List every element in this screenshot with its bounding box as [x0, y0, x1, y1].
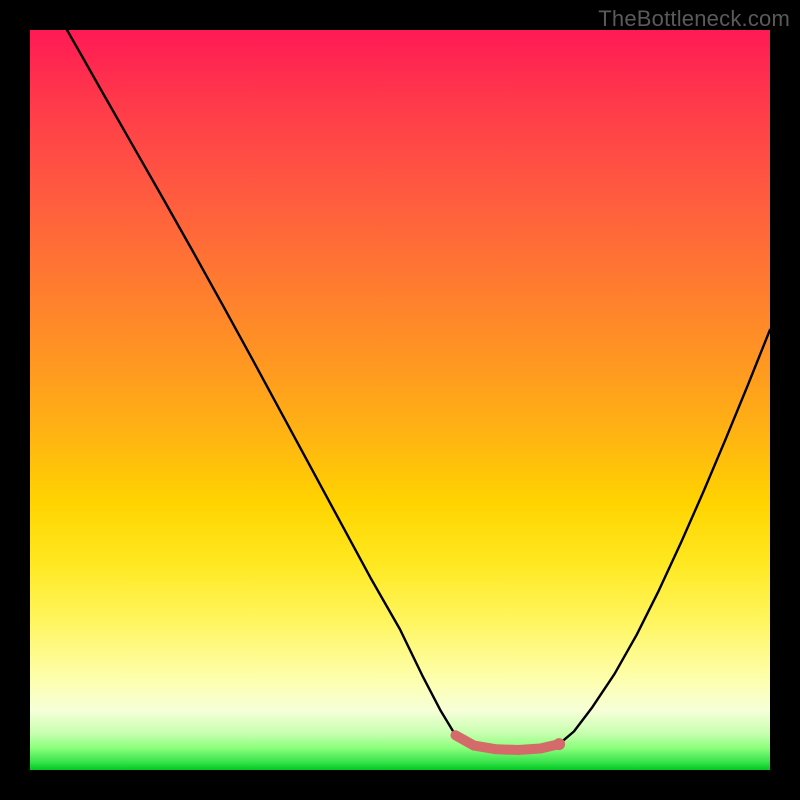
- chart-frame: TheBottleneck.com: [0, 0, 800, 800]
- flat-segment: [456, 735, 560, 750]
- watermark-text: TheBottleneck.com: [598, 6, 790, 32]
- flat-segment-end-dot: [553, 738, 565, 750]
- main-curve: [67, 30, 770, 750]
- curve-layer: [30, 30, 770, 770]
- plot-area: [30, 30, 770, 770]
